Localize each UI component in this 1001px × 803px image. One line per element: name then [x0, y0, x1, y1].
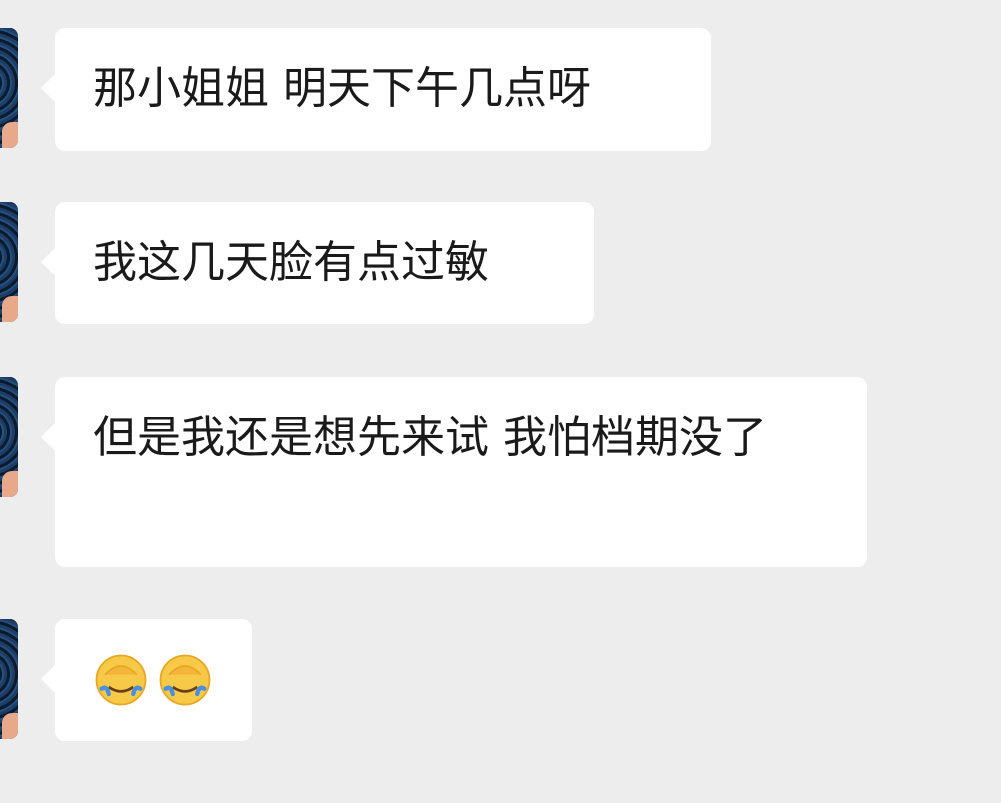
message-bubble[interactable] [41, 619, 252, 741]
facepalm-icon [95, 654, 147, 706]
facepalm-icon [159, 654, 211, 706]
avatar[interactable] [0, 619, 18, 739]
chat-message [0, 0, 1001, 750]
emoji-row [93, 619, 214, 741]
